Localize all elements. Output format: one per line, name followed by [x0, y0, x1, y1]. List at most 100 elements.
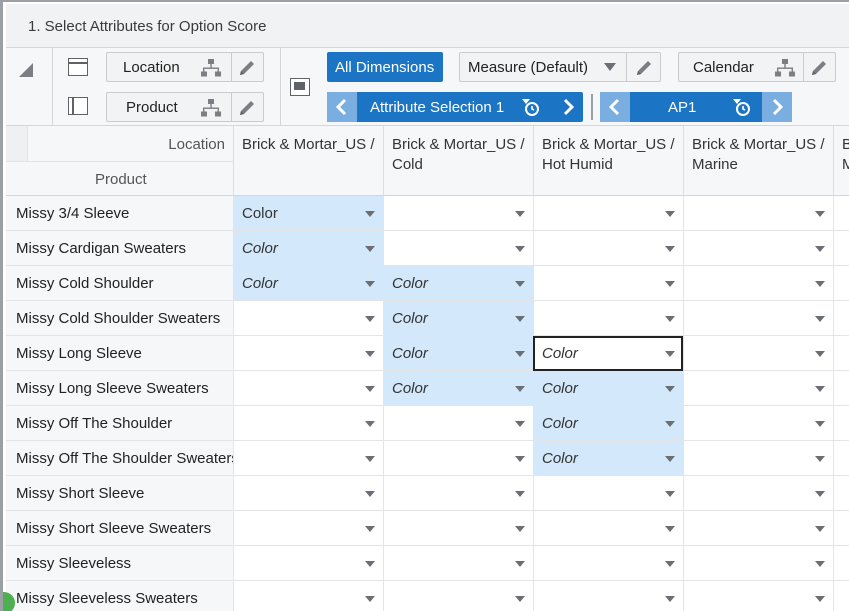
location-dimension-tile[interactable]: Location — [106, 52, 264, 82]
dropdown-arrow-icon[interactable] — [515, 316, 525, 322]
drill-reset-icon[interactable] — [521, 98, 541, 118]
attribute-dropdown-cell[interactable]: Color — [383, 301, 533, 336]
attribute-dropdown-cell[interactable]: Color — [383, 266, 533, 301]
dropdown-arrow-icon[interactable] — [365, 526, 375, 532]
attribute-dropdown-cell[interactable] — [683, 476, 833, 511]
attribute-dropdown-cell[interactable] — [833, 546, 849, 581]
collapse-triangle-icon[interactable] — [19, 63, 33, 77]
dropdown-arrow-icon[interactable] — [665, 456, 675, 462]
attribute-dropdown-cell[interactable] — [683, 406, 833, 441]
row-header[interactable]: Missy Cardigan Sweaters — [6, 231, 233, 266]
dropdown-arrow-icon[interactable] — [815, 386, 825, 392]
attribute-dropdown-cell[interactable] — [533, 476, 683, 511]
hierarchy-icon[interactable] — [201, 59, 221, 77]
dropdown-arrow-icon[interactable] — [515, 526, 525, 532]
attribute-dropdown-cell[interactable] — [383, 581, 533, 611]
row-header[interactable]: Missy Long Sleeve — [6, 336, 233, 371]
dropdown-arrow-icon[interactable] — [515, 281, 525, 287]
dropdown-arrow-icon[interactable] — [515, 386, 525, 392]
column-header[interactable]: Brick & Mortar_US / Marine — [683, 126, 833, 196]
next-period-button[interactable] — [762, 92, 792, 122]
attribute-dropdown-cell[interactable] — [233, 336, 383, 371]
dropdown-arrow-icon[interactable] — [365, 351, 375, 357]
row-header[interactable]: Missy 3/4 Sleeve — [6, 196, 233, 231]
dropdown-arrow-icon[interactable] — [365, 246, 375, 252]
product-dimension-tile[interactable]: Product — [106, 92, 264, 122]
period-navigator[interactable]: AP1 — [600, 92, 792, 122]
attribute-dropdown-cell[interactable] — [233, 581, 383, 611]
attribute-dropdown-cell[interactable] — [233, 476, 383, 511]
attribute-dropdown-cell[interactable] — [383, 196, 533, 231]
pencil-icon[interactable] — [237, 58, 257, 78]
pencil-icon[interactable] — [634, 58, 654, 78]
dropdown-arrow-icon[interactable] — [515, 491, 525, 497]
row-header[interactable]: Missy Short Sleeve — [6, 476, 233, 511]
dropdown-arrow-icon[interactable] — [365, 491, 375, 497]
dropdown-arrow-icon[interactable] — [665, 491, 675, 497]
dropdown-arrow-icon[interactable] — [665, 526, 675, 532]
attribute-dropdown-cell[interactable] — [683, 371, 833, 406]
attribute-dropdown-cell[interactable] — [683, 511, 833, 546]
pencil-icon[interactable] — [237, 98, 257, 118]
attribute-dropdown-cell[interactable]: Color — [383, 336, 533, 371]
hierarchy-icon[interactable] — [775, 59, 795, 77]
next-attribute-button[interactable] — [553, 92, 583, 122]
column-header[interactable]: Brick & Mortar_US / Cold — [383, 126, 533, 196]
attribute-dropdown-cell[interactable] — [683, 441, 833, 476]
pencil-icon[interactable] — [809, 58, 829, 78]
attribute-dropdown-cell[interactable] — [383, 511, 533, 546]
attribute-dropdown-cell[interactable] — [233, 546, 383, 581]
attribute-dropdown-cell[interactable] — [233, 371, 383, 406]
dropdown-arrow-icon[interactable] — [815, 596, 825, 602]
attribute-dropdown-cell[interactable] — [833, 371, 849, 406]
dropdown-arrow-icon[interactable] — [515, 421, 525, 427]
dropdown-arrow-icon[interactable] — [815, 246, 825, 252]
attribute-dropdown-cell[interactable]: Color — [533, 371, 683, 406]
attribute-dropdown-cell[interactable] — [833, 231, 849, 266]
chevron-down-icon[interactable] — [603, 62, 617, 72]
row-header[interactable]: Missy Cold Shoulder Sweaters — [6, 301, 233, 336]
column-header[interactable]: Brick & Mortar_US / Hot Humid — [533, 126, 683, 196]
dropdown-arrow-icon[interactable] — [815, 491, 825, 497]
dropdown-arrow-icon[interactable] — [365, 211, 375, 217]
attribute-dropdown-cell[interactable] — [833, 511, 849, 546]
hierarchy-icon[interactable] — [201, 99, 221, 117]
attribute-dropdown-cell[interactable]: Color — [533, 336, 683, 371]
column-header[interactable]: BrM — [833, 126, 849, 196]
attribute-dropdown-cell[interactable] — [833, 476, 849, 511]
dropdown-arrow-icon[interactable] — [515, 211, 525, 217]
dropdown-arrow-icon[interactable] — [365, 281, 375, 287]
attribute-dropdown-cell[interactable]: Color — [233, 266, 383, 301]
attribute-dropdown-cell[interactable] — [683, 581, 833, 611]
attribute-dropdown-cell[interactable] — [683, 266, 833, 301]
dropdown-arrow-icon[interactable] — [815, 316, 825, 322]
row-header[interactable]: Missy Cold Shoulder — [6, 266, 233, 301]
attribute-dropdown-cell[interactable] — [833, 441, 849, 476]
row-header[interactable]: Missy Short Sleeve Sweaters — [6, 511, 233, 546]
row-header[interactable]: Missy Off The Shoulder Sweaters — [6, 441, 233, 476]
attribute-dropdown-cell[interactable]: Color — [533, 406, 683, 441]
dropdown-arrow-icon[interactable] — [365, 421, 375, 427]
attribute-dropdown-cell[interactable]: Color — [233, 231, 383, 266]
row-header[interactable]: Missy Long Sleeve Sweaters — [6, 371, 233, 406]
attribute-dropdown-cell[interactable] — [683, 546, 833, 581]
attribute-dropdown-cell[interactable] — [833, 336, 849, 371]
dropdown-arrow-icon[interactable] — [815, 561, 825, 567]
attribute-dropdown-cell[interactable] — [833, 581, 849, 611]
dropdown-arrow-icon[interactable] — [365, 386, 375, 392]
dropdown-arrow-icon[interactable] — [365, 561, 375, 567]
previous-period-button[interactable] — [600, 92, 630, 122]
dropdown-arrow-icon[interactable] — [665, 386, 675, 392]
attribute-dropdown-cell[interactable] — [683, 231, 833, 266]
attribute-dropdown-cell[interactable] — [533, 231, 683, 266]
attribute-dropdown-cell[interactable] — [233, 511, 383, 546]
calendar-dimension-tile[interactable]: Calendar — [678, 52, 836, 82]
attribute-dropdown-cell[interactable] — [383, 476, 533, 511]
dropdown-arrow-icon[interactable] — [665, 596, 675, 602]
attribute-dropdown-cell[interactable] — [383, 441, 533, 476]
dropdown-arrow-icon[interactable] — [665, 421, 675, 427]
attribute-dropdown-cell[interactable] — [833, 301, 849, 336]
row-header[interactable]: Missy Off The Shoulder — [6, 406, 233, 441]
attribute-dropdown-cell[interactable] — [533, 546, 683, 581]
row-header[interactable]: Missy Sleeveless Sweaters — [6, 581, 233, 611]
